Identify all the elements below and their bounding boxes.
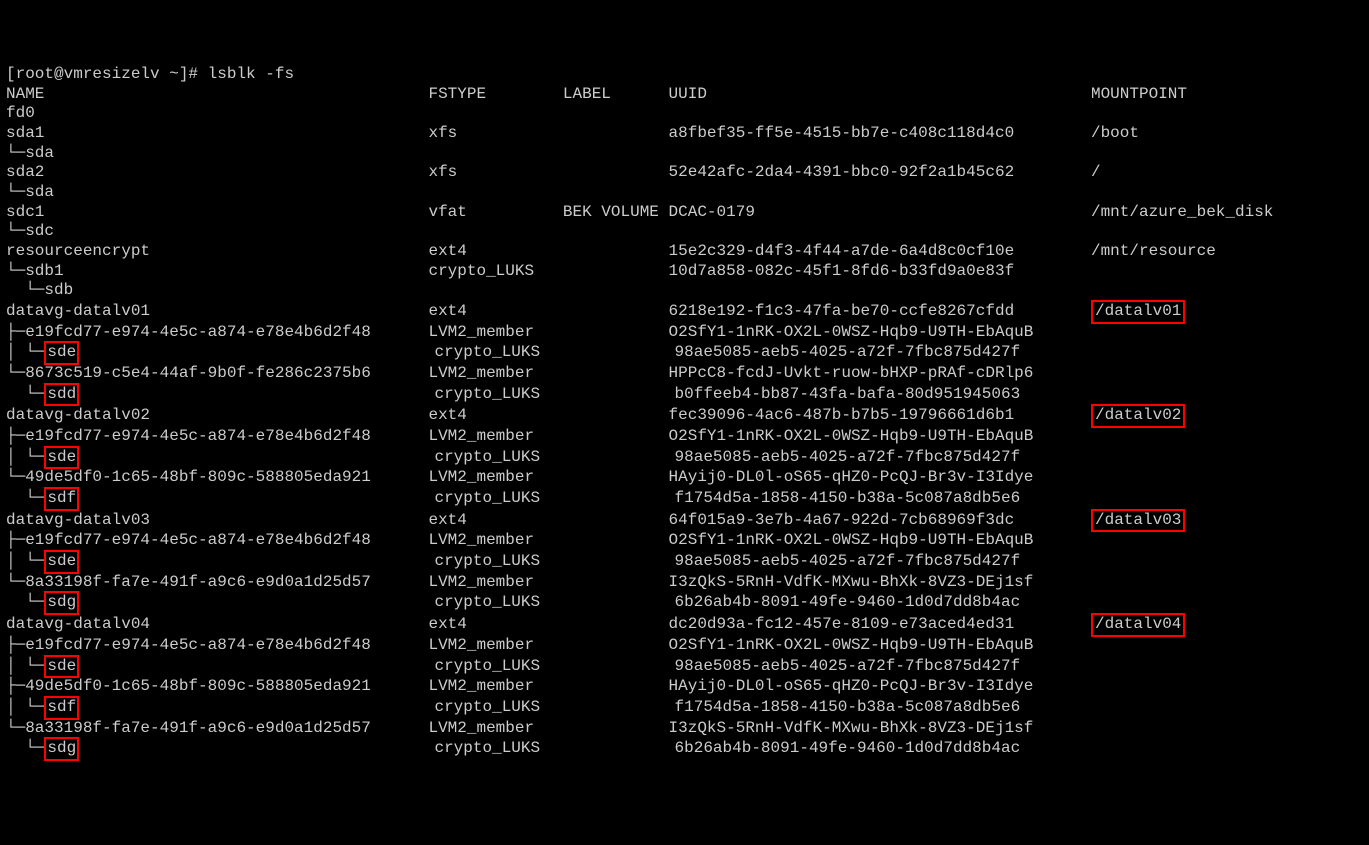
terminal-line: └─sdd crypto_LUKS b0ffeeb4-bb87-43fa-baf…	[6, 384, 1363, 406]
terminal-line: └─sdb1 crypto_LUKS 10d7a858-082c-45f1-8f…	[6, 262, 1363, 282]
terminal-line: ├─e19fcd77-e974-4e5c-a874-e78e4b6d2f48 L…	[6, 323, 1363, 343]
highlight-mountpoint: /datalv02	[1091, 404, 1185, 428]
highlight-device: sdf	[44, 696, 79, 720]
terminal-line: └─sda	[6, 183, 1363, 203]
terminal-line: └─8a33198f-fa7e-491f-a9c6-e9d0a1d25d57 L…	[6, 719, 1363, 739]
terminal-line: └─sdb	[6, 281, 1363, 301]
highlight-mountpoint: /datalv04	[1091, 613, 1185, 637]
terminal-line: └─8a33198f-fa7e-491f-a9c6-e9d0a1d25d57 L…	[6, 573, 1363, 593]
terminal-line: │ └─sde crypto_LUKS 98ae5085-aeb5-4025-a…	[6, 656, 1363, 678]
terminal-line: └─sdc	[6, 222, 1363, 242]
highlight-device: sde	[44, 341, 79, 365]
terminal-output: [root@vmresizelv ~]# lsblk -fsNAME FSTYP…	[6, 65, 1363, 760]
terminal-line: sda2 xfs 52e42afc-2da4-4391-bbc0-92f2a1b…	[6, 163, 1363, 183]
terminal-line: │ └─sdf crypto_LUKS f1754d5a-1858-4150-b…	[6, 697, 1363, 719]
terminal-line: │ └─sde crypto_LUKS 98ae5085-aeb5-4025-a…	[6, 447, 1363, 469]
terminal-line: ├─e19fcd77-e974-4e5c-a874-e78e4b6d2f48 L…	[6, 427, 1363, 447]
terminal-line: └─sdf crypto_LUKS f1754d5a-1858-4150-b38…	[6, 488, 1363, 510]
highlight-device: sdd	[44, 383, 79, 407]
terminal-line: sdc1 vfat BEK VOLUME DCAC-0179 /mnt/azur…	[6, 203, 1363, 223]
highlight-mountpoint: /datalv03	[1091, 509, 1185, 533]
terminal-line: NAME FSTYPE LABEL UUID MOUNTPOINT	[6, 85, 1363, 105]
highlight-device: sde	[44, 655, 79, 679]
highlight-device: sde	[44, 550, 79, 574]
terminal-line: ├─e19fcd77-e974-4e5c-a874-e78e4b6d2f48 L…	[6, 531, 1363, 551]
terminal-line: └─49de5df0-1c65-48bf-809c-588805eda921 L…	[6, 468, 1363, 488]
terminal-line: [root@vmresizelv ~]# lsblk -fs	[6, 65, 1363, 85]
highlight-device: sdf	[44, 487, 79, 511]
terminal-line: │ └─sde crypto_LUKS 98ae5085-aeb5-4025-a…	[6, 551, 1363, 573]
terminal-line: │ └─sde crypto_LUKS 98ae5085-aeb5-4025-a…	[6, 342, 1363, 364]
highlight-mountpoint: /datalv01	[1091, 300, 1185, 324]
terminal-line: sda1 xfs a8fbef35-ff5e-4515-bb7e-c408c11…	[6, 124, 1363, 144]
terminal-line: datavg-datalv03 ext4 64f015a9-3e7b-4a67-…	[6, 510, 1363, 532]
terminal-line: └─8673c519-c5e4-44af-9b0f-fe286c2375b6 L…	[6, 364, 1363, 384]
highlight-device: sdg	[44, 591, 79, 615]
terminal-line: ├─49de5df0-1c65-48bf-809c-588805eda921 L…	[6, 677, 1363, 697]
terminal-line: resourceencrypt ext4 15e2c329-d4f3-4f44-…	[6, 242, 1363, 262]
terminal-line: └─sdg crypto_LUKS 6b26ab4b-8091-49fe-946…	[6, 738, 1363, 760]
terminal-line: ├─e19fcd77-e974-4e5c-a874-e78e4b6d2f48 L…	[6, 636, 1363, 656]
highlight-device: sde	[44, 446, 79, 470]
terminal-line: datavg-datalv04 ext4 dc20d93a-fc12-457e-…	[6, 614, 1363, 636]
terminal-line: └─sdg crypto_LUKS 6b26ab4b-8091-49fe-946…	[6, 592, 1363, 614]
terminal-line: datavg-datalv01 ext4 6218e192-f1c3-47fa-…	[6, 301, 1363, 323]
terminal-line: fd0	[6, 104, 1363, 124]
highlight-device: sdg	[44, 737, 79, 761]
terminal-line: datavg-datalv02 ext4 fec39096-4ac6-487b-…	[6, 405, 1363, 427]
terminal-line: └─sda	[6, 144, 1363, 164]
